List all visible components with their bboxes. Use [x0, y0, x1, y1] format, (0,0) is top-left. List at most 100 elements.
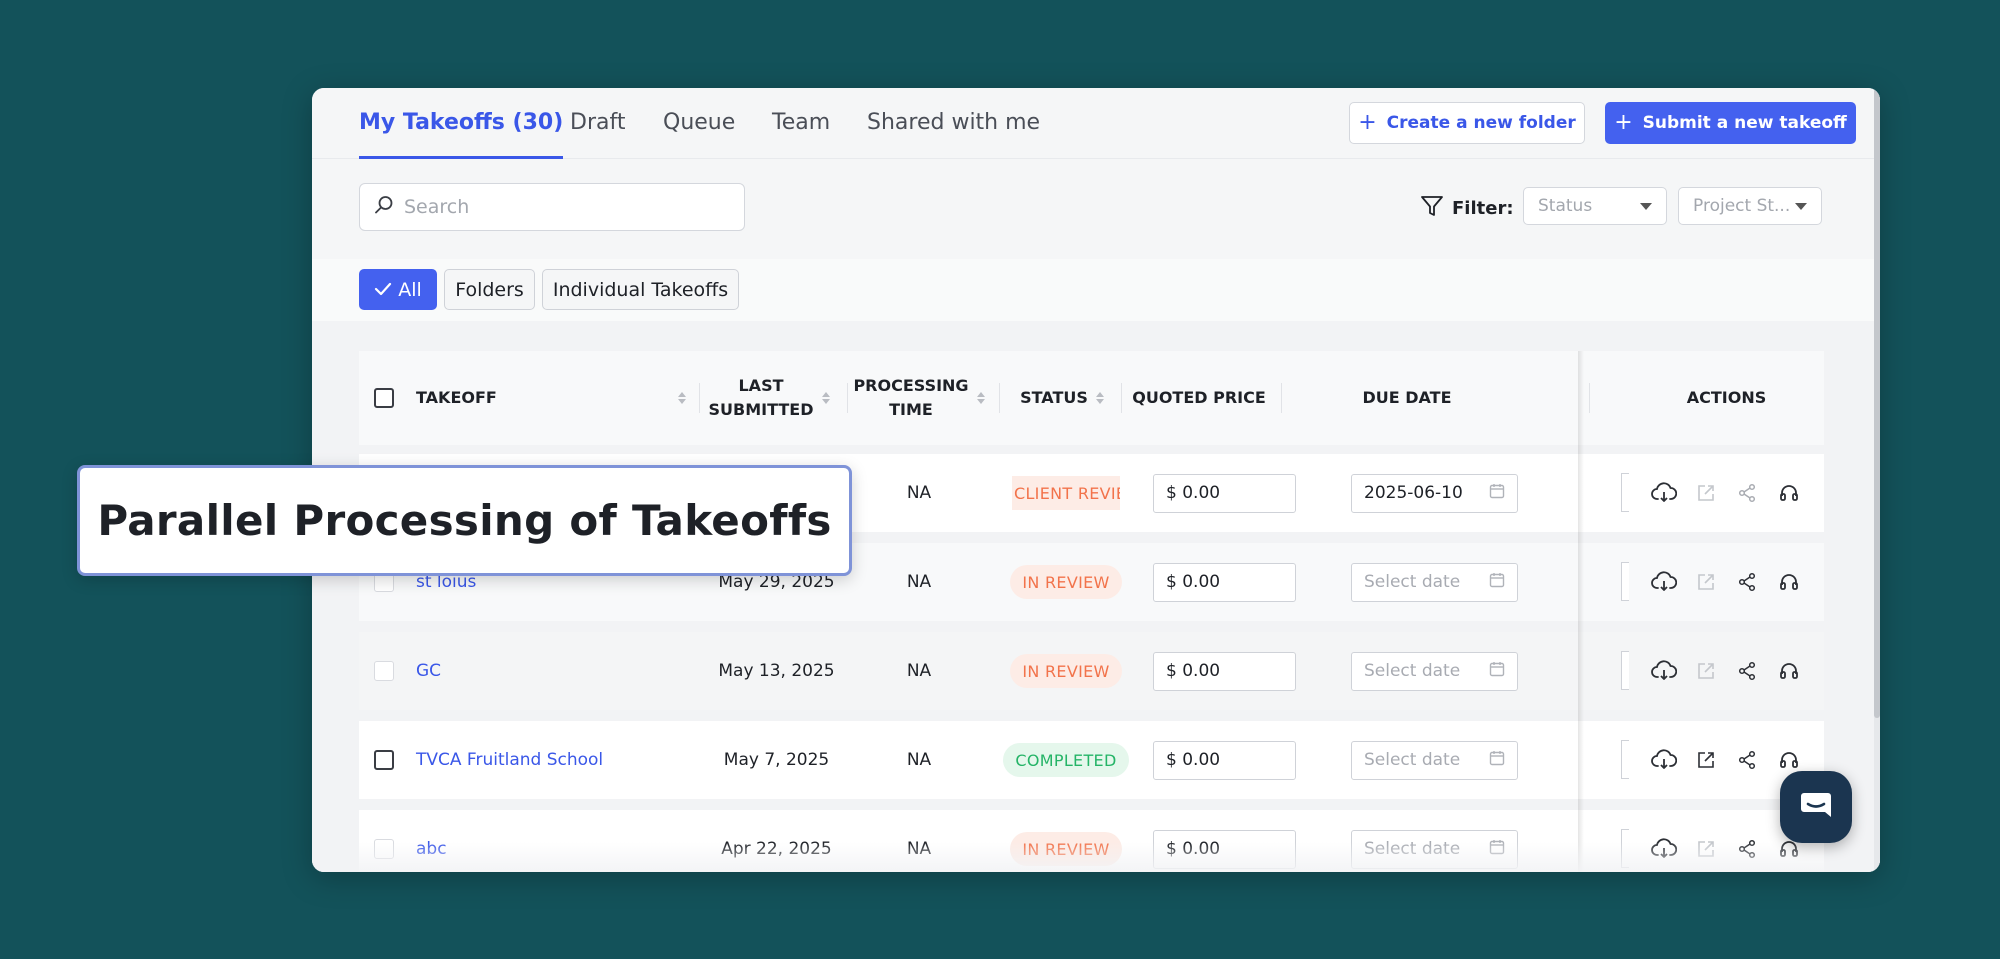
takeoffs-table: TAKEOFF LAST SUBMITTED PROCESSING TIME S…: [312, 321, 1880, 872]
sort-icon: [976, 392, 985, 404]
chip-folders[interactable]: Folders: [444, 269, 535, 310]
tab-team[interactable]: Team: [772, 110, 830, 159]
hidden-column-input: [1621, 651, 1629, 690]
col-processing-time[interactable]: PROCESSING TIME: [853, 351, 985, 445]
processing-time-value: NA: [906, 572, 932, 592]
table-row[interactable]: GC May 13, 2025 NA IN REVIEW $ 0.00 Sele…: [359, 632, 1824, 710]
col-takeoff[interactable]: TAKEOFF: [416, 351, 686, 445]
col-quoted-price-label: QUOTED PRICE: [1132, 388, 1266, 407]
hidden-column-input: [1621, 740, 1629, 779]
row-checkbox[interactable]: [374, 750, 394, 770]
share-icon[interactable]: [1733, 479, 1761, 507]
headphones-support-icon[interactable]: [1775, 568, 1803, 596]
tab-my-takeoffs[interactable]: My Takeoffs (30): [359, 110, 564, 159]
quoted-price-cell: $ 0.00: [1153, 810, 1296, 872]
headphones-support-icon[interactable]: [1775, 479, 1803, 507]
row-select-cell: [369, 632, 399, 710]
cloud-download-icon[interactable]: [1650, 657, 1678, 685]
cloud-download-icon[interactable]: [1650, 835, 1678, 863]
cloud-download-icon[interactable]: [1650, 568, 1678, 596]
takeoff-name-link[interactable]: GC: [416, 632, 441, 710]
table-header: TAKEOFF LAST SUBMITTED PROCESSING TIME S…: [359, 351, 1824, 445]
open-external-icon[interactable]: [1692, 479, 1720, 507]
column-divider: [999, 383, 1000, 413]
table-row[interactable]: TVCA Fruitland School May 7, 2025 NA COM…: [359, 721, 1824, 799]
quoted-price-input[interactable]: $ 0.00: [1153, 829, 1296, 869]
due-date-picker[interactable]: Select date: [1351, 562, 1518, 602]
chat-support-button[interactable]: [1780, 771, 1852, 843]
project-status-filter-select[interactable]: Project St...: [1678, 187, 1822, 225]
calendar-icon: [1489, 483, 1505, 504]
processing-time-value: NA: [906, 483, 932, 503]
quoted-price-input[interactable]: $ 0.00: [1153, 651, 1296, 691]
open-external-icon[interactable]: [1692, 746, 1720, 774]
share-icon[interactable]: [1733, 835, 1761, 863]
due-date-cell: Select date: [1351, 721, 1518, 799]
due-date-picker[interactable]: 2025-06-10: [1351, 473, 1518, 513]
share-icon[interactable]: [1733, 657, 1761, 685]
column-divider: [847, 383, 848, 413]
share-icon[interactable]: [1733, 568, 1761, 596]
submit-takeoff-button[interactable]: + Submit a new takeoff: [1605, 102, 1856, 144]
plus-icon: +: [1358, 110, 1377, 135]
open-external-icon[interactable]: [1692, 568, 1720, 596]
due-date-cell: Select date: [1351, 810, 1518, 872]
tab-draft[interactable]: Draft: [570, 110, 625, 159]
column-divider: [699, 383, 700, 413]
due-date-value: 2025-06-10: [1364, 483, 1463, 503]
status-filter-placeholder: Status: [1538, 196, 1593, 216]
quoted-price-cell: $ 0.00: [1153, 454, 1296, 532]
due-date-picker[interactable]: Select date: [1351, 651, 1518, 691]
share-icon[interactable]: [1733, 746, 1761, 774]
tab-shared-with-me[interactable]: Shared with me: [867, 110, 1040, 159]
status-badge: IN REVIEW: [1010, 565, 1122, 599]
status-badge: IN REVIEW: [1010, 832, 1122, 866]
scrollbar-thumb[interactable]: [1874, 88, 1880, 718]
column-divider: [1281, 383, 1282, 413]
row-select-cell: [369, 810, 399, 872]
col-last-submitted-text: LAST SUBMITTED: [709, 374, 814, 422]
row-checkbox[interactable]: [374, 661, 394, 681]
row-actions: [1629, 632, 1824, 710]
open-external-icon[interactable]: [1692, 657, 1720, 685]
col-actions: ACTIONS: [1629, 351, 1824, 445]
col-last-submitted[interactable]: LAST SUBMITTED: [709, 351, 830, 445]
due-date-picker[interactable]: Select date: [1351, 740, 1518, 780]
takeoff-name-link[interactable]: abc: [416, 810, 447, 872]
calendar-icon: [1489, 750, 1505, 771]
create-folder-button[interactable]: + Create a new folder: [1349, 102, 1585, 144]
col-quoted-price: QUOTED PRICE: [1129, 351, 1269, 445]
due-date-picker[interactable]: Select date: [1351, 829, 1518, 869]
column-divider: [1589, 383, 1590, 413]
cloud-download-icon[interactable]: [1650, 746, 1678, 774]
search-box[interactable]: [359, 183, 745, 231]
cloud-download-icon[interactable]: [1650, 479, 1678, 507]
chevron-down-icon: [1640, 202, 1652, 210]
open-external-icon[interactable]: [1692, 835, 1720, 863]
headphones-support-icon[interactable]: [1775, 657, 1803, 685]
chip-all-label: All: [398, 278, 422, 301]
table-row[interactable]: abc Apr 22, 2025 NA IN REVIEW $ 0.00 Sel…: [359, 810, 1824, 872]
row-actions: [1629, 454, 1824, 532]
quoted-price-input[interactable]: $ 0.00: [1153, 740, 1296, 780]
quoted-price-cell: $ 0.00: [1153, 721, 1296, 799]
takeoff-name-link[interactable]: TVCA Fruitland School: [416, 721, 603, 799]
col-status[interactable]: STATUS: [1007, 351, 1117, 445]
col-processing-line2: TIME: [889, 400, 933, 419]
select-all-checkbox[interactable]: [374, 388, 394, 408]
chip-individual-takeoffs[interactable]: Individual Takeoffs: [542, 269, 739, 310]
quoted-price-input[interactable]: $ 0.00: [1153, 473, 1296, 513]
quoted-price-input[interactable]: $ 0.00: [1153, 562, 1296, 602]
chevron-down-icon: [1795, 202, 1807, 210]
status-filter-select[interactable]: Status: [1523, 187, 1667, 225]
last-submitted-value: May 13, 2025: [718, 661, 835, 681]
chip-all[interactable]: All: [359, 269, 437, 310]
search-input[interactable]: [404, 196, 724, 218]
processing-time-value: NA: [906, 750, 932, 770]
headphones-support-icon[interactable]: [1775, 746, 1803, 774]
sticky-column-shadow: [1578, 351, 1584, 872]
calendar-icon: [1489, 839, 1505, 860]
row-checkbox[interactable]: [374, 839, 394, 859]
due-date-cell: Select date: [1351, 632, 1518, 710]
tab-queue[interactable]: Queue: [663, 110, 735, 159]
